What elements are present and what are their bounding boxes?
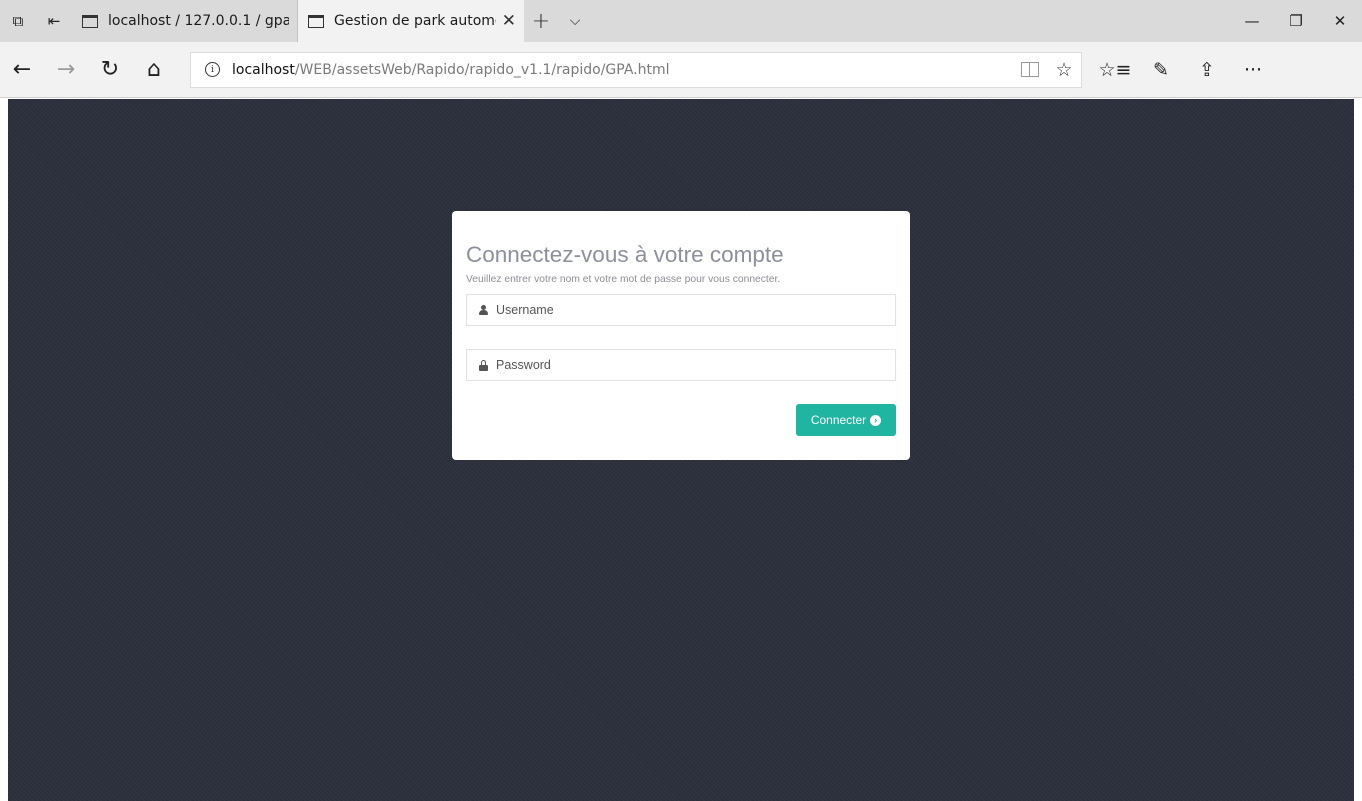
page-icon [308,14,324,28]
reader-icon-shape [1021,62,1039,77]
back-arrow-icon[interactable]: ← [0,42,44,98]
user-icon [476,305,490,315]
tabstrip-spacer [592,0,1230,42]
url-text[interactable]: localhost/WEB/assetsWeb/Rapido/rapido_v1… [232,62,1013,78]
page-background: Connectez-vous à votre compte Veuillez e… [8,99,1354,801]
arrow-circle-right-icon: › [870,414,882,426]
close-tab-icon[interactable]: ✕ [502,11,516,31]
close-window-button[interactable]: ✕ [1318,0,1362,42]
button-row: Connecter › [466,404,896,436]
plus-icon[interactable]: + [524,0,558,42]
pen-icon[interactable]: ✎ [1138,42,1184,98]
username-input[interactable] [496,303,876,317]
tab-strip: ⧉ ⇤ localhost / 127.0.0.1 / gpaut Gestio… [0,0,1362,42]
tab-preview-icon[interactable]: ⧉ [0,0,36,42]
address-bar[interactable]: i localhost/WEB/assetsWeb/Rapido/rapido_… [190,51,1082,88]
star-icon[interactable]: ☆ [1047,59,1081,81]
login-subtitle: Veuillez entrer votre nom et votre mot d… [466,274,781,285]
share-icon[interactable]: ⇪ [1184,42,1230,98]
lock-icon [476,359,490,371]
tab-title: Gestion de park automo [334,13,496,29]
password-input[interactable] [496,358,876,372]
forward-arrow-icon[interactable]: → [44,42,88,98]
login-card: Connectez-vous à votre compte Veuillez e… [452,211,910,460]
tab-phpmyadmin[interactable]: localhost / 127.0.0.1 / gpaut [72,0,298,42]
set-aside-tabs-icon[interactable]: ⇤ [36,0,72,42]
tab-title: localhost / 127.0.0.1 / gpaut [108,13,289,29]
username-field[interactable] [466,294,896,326]
more-icon[interactable]: ··· [1230,42,1276,98]
refresh-icon[interactable]: ↻ [88,42,132,98]
favorites-list-icon[interactable]: ☆≡ [1092,42,1138,98]
minimize-button[interactable]: — [1230,0,1274,42]
info-icon[interactable]: i [205,62,220,77]
password-field[interactable] [466,349,896,381]
login-title: Connectez-vous à votre compte [466,242,784,267]
connect-button[interactable]: Connecter › [796,404,896,436]
page-icon [82,14,98,28]
url-path: /WEB/assetsWeb/Rapido/rapido_v1.1/rapido… [294,61,670,78]
chevron-down-icon[interactable]: ⌵ [558,0,592,42]
connect-button-label: Connecter [810,413,867,427]
reading-view-icon[interactable] [1013,62,1047,77]
tab-gestion-park[interactable]: Gestion de park automo ✕ [298,0,524,42]
navigation-bar: ← → ↻ ⌂ i localhost/WEB/assetsWeb/Rapido… [0,42,1362,98]
maximize-button[interactable]: ❐ [1274,0,1318,42]
home-icon[interactable]: ⌂ [132,42,176,98]
url-host: localhost [232,61,295,78]
